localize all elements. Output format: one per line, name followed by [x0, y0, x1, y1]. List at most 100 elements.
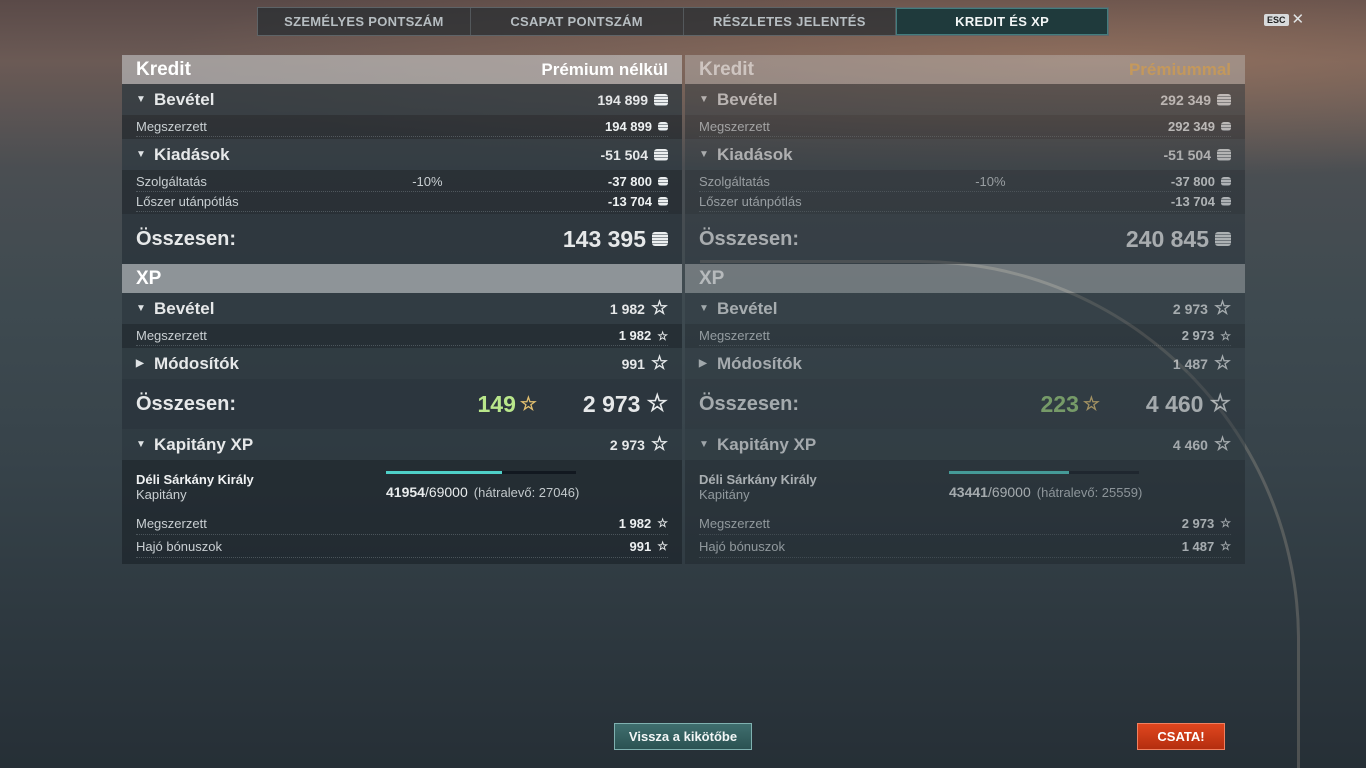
panel-without-premium: Kredit Prémium nélkül ▼ Bevétel 194 899 M… [122, 55, 682, 591]
captain-rank: Kapitány [699, 487, 750, 502]
captain-xp-max: /69000 [987, 484, 1031, 500]
captain-xp-label: Kapitány XP [154, 434, 254, 454]
captain-name: Déli Sárkány Király [699, 472, 817, 487]
credit-header: Kredit Prémium nélkül [122, 55, 682, 84]
row-value: -37 800 [607, 174, 652, 189]
xp-income-group[interactable]: ▼ Bevétel 2 973 ☆ [685, 293, 1245, 324]
credit-icon [1217, 148, 1231, 161]
row-value: -37 800 [1170, 174, 1215, 189]
list-item: Megszerzett 1 982 ☆ [136, 326, 668, 346]
tab-team-score[interactable]: CSAPAT PONTSZÁM [471, 8, 684, 35]
credit-title: Kredit [136, 58, 191, 80]
xp-income-rows: Megszerzett 1 982 ☆ [122, 324, 682, 348]
captain-details: Déli Sárkány Király Kapitány 43441/69000… [685, 460, 1245, 564]
modifiers-label: Módosítók [717, 353, 802, 373]
expenses-value: -51 504 [600, 146, 648, 163]
variant-label: Prémiummal [1128, 59, 1231, 79]
list-item: Megszerzett 292 349 [699, 117, 1231, 137]
star-icon: ☆ [650, 298, 668, 319]
xp-title: XP [699, 267, 725, 289]
list-item: Szolgáltatás -10% -37 800 [699, 172, 1231, 192]
credit-total: Összesen: 143 395 [122, 214, 682, 264]
total-label: Összesen: [136, 392, 237, 415]
star-icon: ☆ [1220, 516, 1231, 530]
income-label: Bevétel [154, 89, 215, 109]
captain-xp-label: Kapitány XP [717, 434, 817, 454]
income-group[interactable]: ▼ Bevétel 292 349 [685, 84, 1245, 115]
row-value: 2 973 [1181, 328, 1215, 343]
close-button[interactable]: ESC ✕ [1264, 12, 1304, 27]
captain-xp-group[interactable]: ▼ Kapitány XP 4 460 ☆ [685, 429, 1245, 460]
expenses-group[interactable]: ▼ Kiadások -51 504 [685, 139, 1245, 170]
credit-title: Kredit [699, 58, 754, 80]
row-value: 292 349 [1168, 119, 1215, 134]
row-modifier: -10% [975, 174, 1006, 189]
xp-header: XP [685, 264, 1245, 293]
captain-xp-remaining: (hátralevő: 25559) [1036, 485, 1143, 500]
credit-icon [654, 148, 668, 161]
list-item: Hajó bónuszok 1 487 ☆ [699, 535, 1231, 558]
expenses-rows: Szolgáltatás -10% -37 800 Lőszer utánpót… [122, 170, 682, 214]
modifiers-group[interactable]: ▶ Módosítók 1 487 ☆ [685, 348, 1245, 379]
list-item: Megszerzett 1 982 ☆ [136, 512, 668, 535]
xp-income-group[interactable]: ▼ Bevétel 1 982 ☆ [122, 293, 682, 324]
captain-details: Déli Sárkány Király Kapitány 41954/69000… [122, 460, 682, 564]
xp-total: Összesen: 149 ☆ 2 973 ☆ [122, 379, 682, 429]
row-value: 991 [629, 538, 652, 554]
income-rows: Megszerzett 292 349 [685, 115, 1245, 139]
captain-xp-group[interactable]: ▼ Kapitány XP 2 973 ☆ [122, 429, 682, 460]
row-value: 1 982 [618, 328, 652, 343]
expenses-group[interactable]: ▼ Kiadások -51 504 [122, 139, 682, 170]
battle-button[interactable]: CSATA! [1137, 723, 1225, 750]
captain-progress-bar [386, 471, 576, 474]
list-item: Lőszer utánpótlás -13 704 [699, 192, 1231, 212]
bonus-xp-value: 149 [477, 390, 516, 417]
total-label: Összesen: [699, 392, 800, 415]
row-label: Megszerzett [699, 119, 770, 134]
list-item: Megszerzett 2 973 ☆ [699, 326, 1231, 346]
captain-xp-current: 41954 [386, 484, 425, 500]
expenses-value: -51 504 [1163, 146, 1211, 163]
row-modifier: -10% [412, 174, 443, 189]
tab-bar: SZEMÉLYES PONTSZÁM CSAPAT PONTSZÁM RÉSZL… [257, 7, 1109, 36]
back-to-port-button[interactable]: Vissza a kikötőbe [614, 723, 752, 750]
captain-progress-bar [949, 471, 1139, 474]
tab-credit-xp[interactable]: KREDIT ÉS XP [896, 8, 1108, 35]
star-icon: ☆ [1209, 390, 1231, 417]
modifiers-group[interactable]: ▶ Módosítók 991 ☆ [122, 348, 682, 379]
xp-income-label: Bevétel [717, 298, 778, 318]
xp-income-value: 1 982 [609, 300, 645, 317]
captain-xp-max: /69000 [424, 484, 468, 500]
tab-personal-score[interactable]: SZEMÉLYES PONTSZÁM [258, 8, 471, 35]
expenses-rows: Szolgáltatás -10% -37 800 Lőszer utánpót… [685, 170, 1245, 214]
caret-down-icon: ▼ [136, 303, 146, 314]
esc-key-label: ESC [1264, 13, 1289, 26]
caret-down-icon: ▼ [699, 149, 709, 160]
xp-income-rows: Megszerzett 2 973 ☆ [685, 324, 1245, 348]
credit-icon [658, 197, 668, 206]
credit-icon [1221, 122, 1231, 131]
tab-detailed-report[interactable]: RÉSZLETES JELENTÉS [684, 8, 897, 35]
star-icon: ☆ [1082, 393, 1100, 415]
bonus-xp-value: 223 [1040, 390, 1079, 417]
total-value: 143 395 [562, 225, 646, 252]
income-value: 194 899 [597, 91, 648, 108]
modifiers-value: 991 [621, 355, 645, 372]
caret-down-icon: ▼ [136, 439, 146, 450]
panel-with-premium: Kredit Prémiummal ▼ Bevétel 292 349 Megsz… [685, 55, 1245, 591]
total-value: 2 973 [582, 390, 641, 417]
income-group[interactable]: ▼ Bevétel 194 899 [122, 84, 682, 115]
caret-down-icon: ▼ [136, 94, 146, 105]
total-value: 4 460 [1145, 390, 1204, 417]
xp-header: XP [122, 264, 682, 293]
income-value: 292 349 [1160, 91, 1211, 108]
caret-right-icon: ▶ [699, 358, 707, 369]
credit-icon [1215, 232, 1231, 246]
star-icon: ☆ [1213, 298, 1231, 319]
income-label: Bevétel [717, 89, 778, 109]
captain-rank: Kapitány [136, 487, 187, 502]
credit-icon [654, 93, 668, 106]
row-value: 1 982 [618, 515, 652, 531]
star-icon: ☆ [519, 393, 537, 415]
caret-down-icon: ▼ [136, 149, 146, 160]
